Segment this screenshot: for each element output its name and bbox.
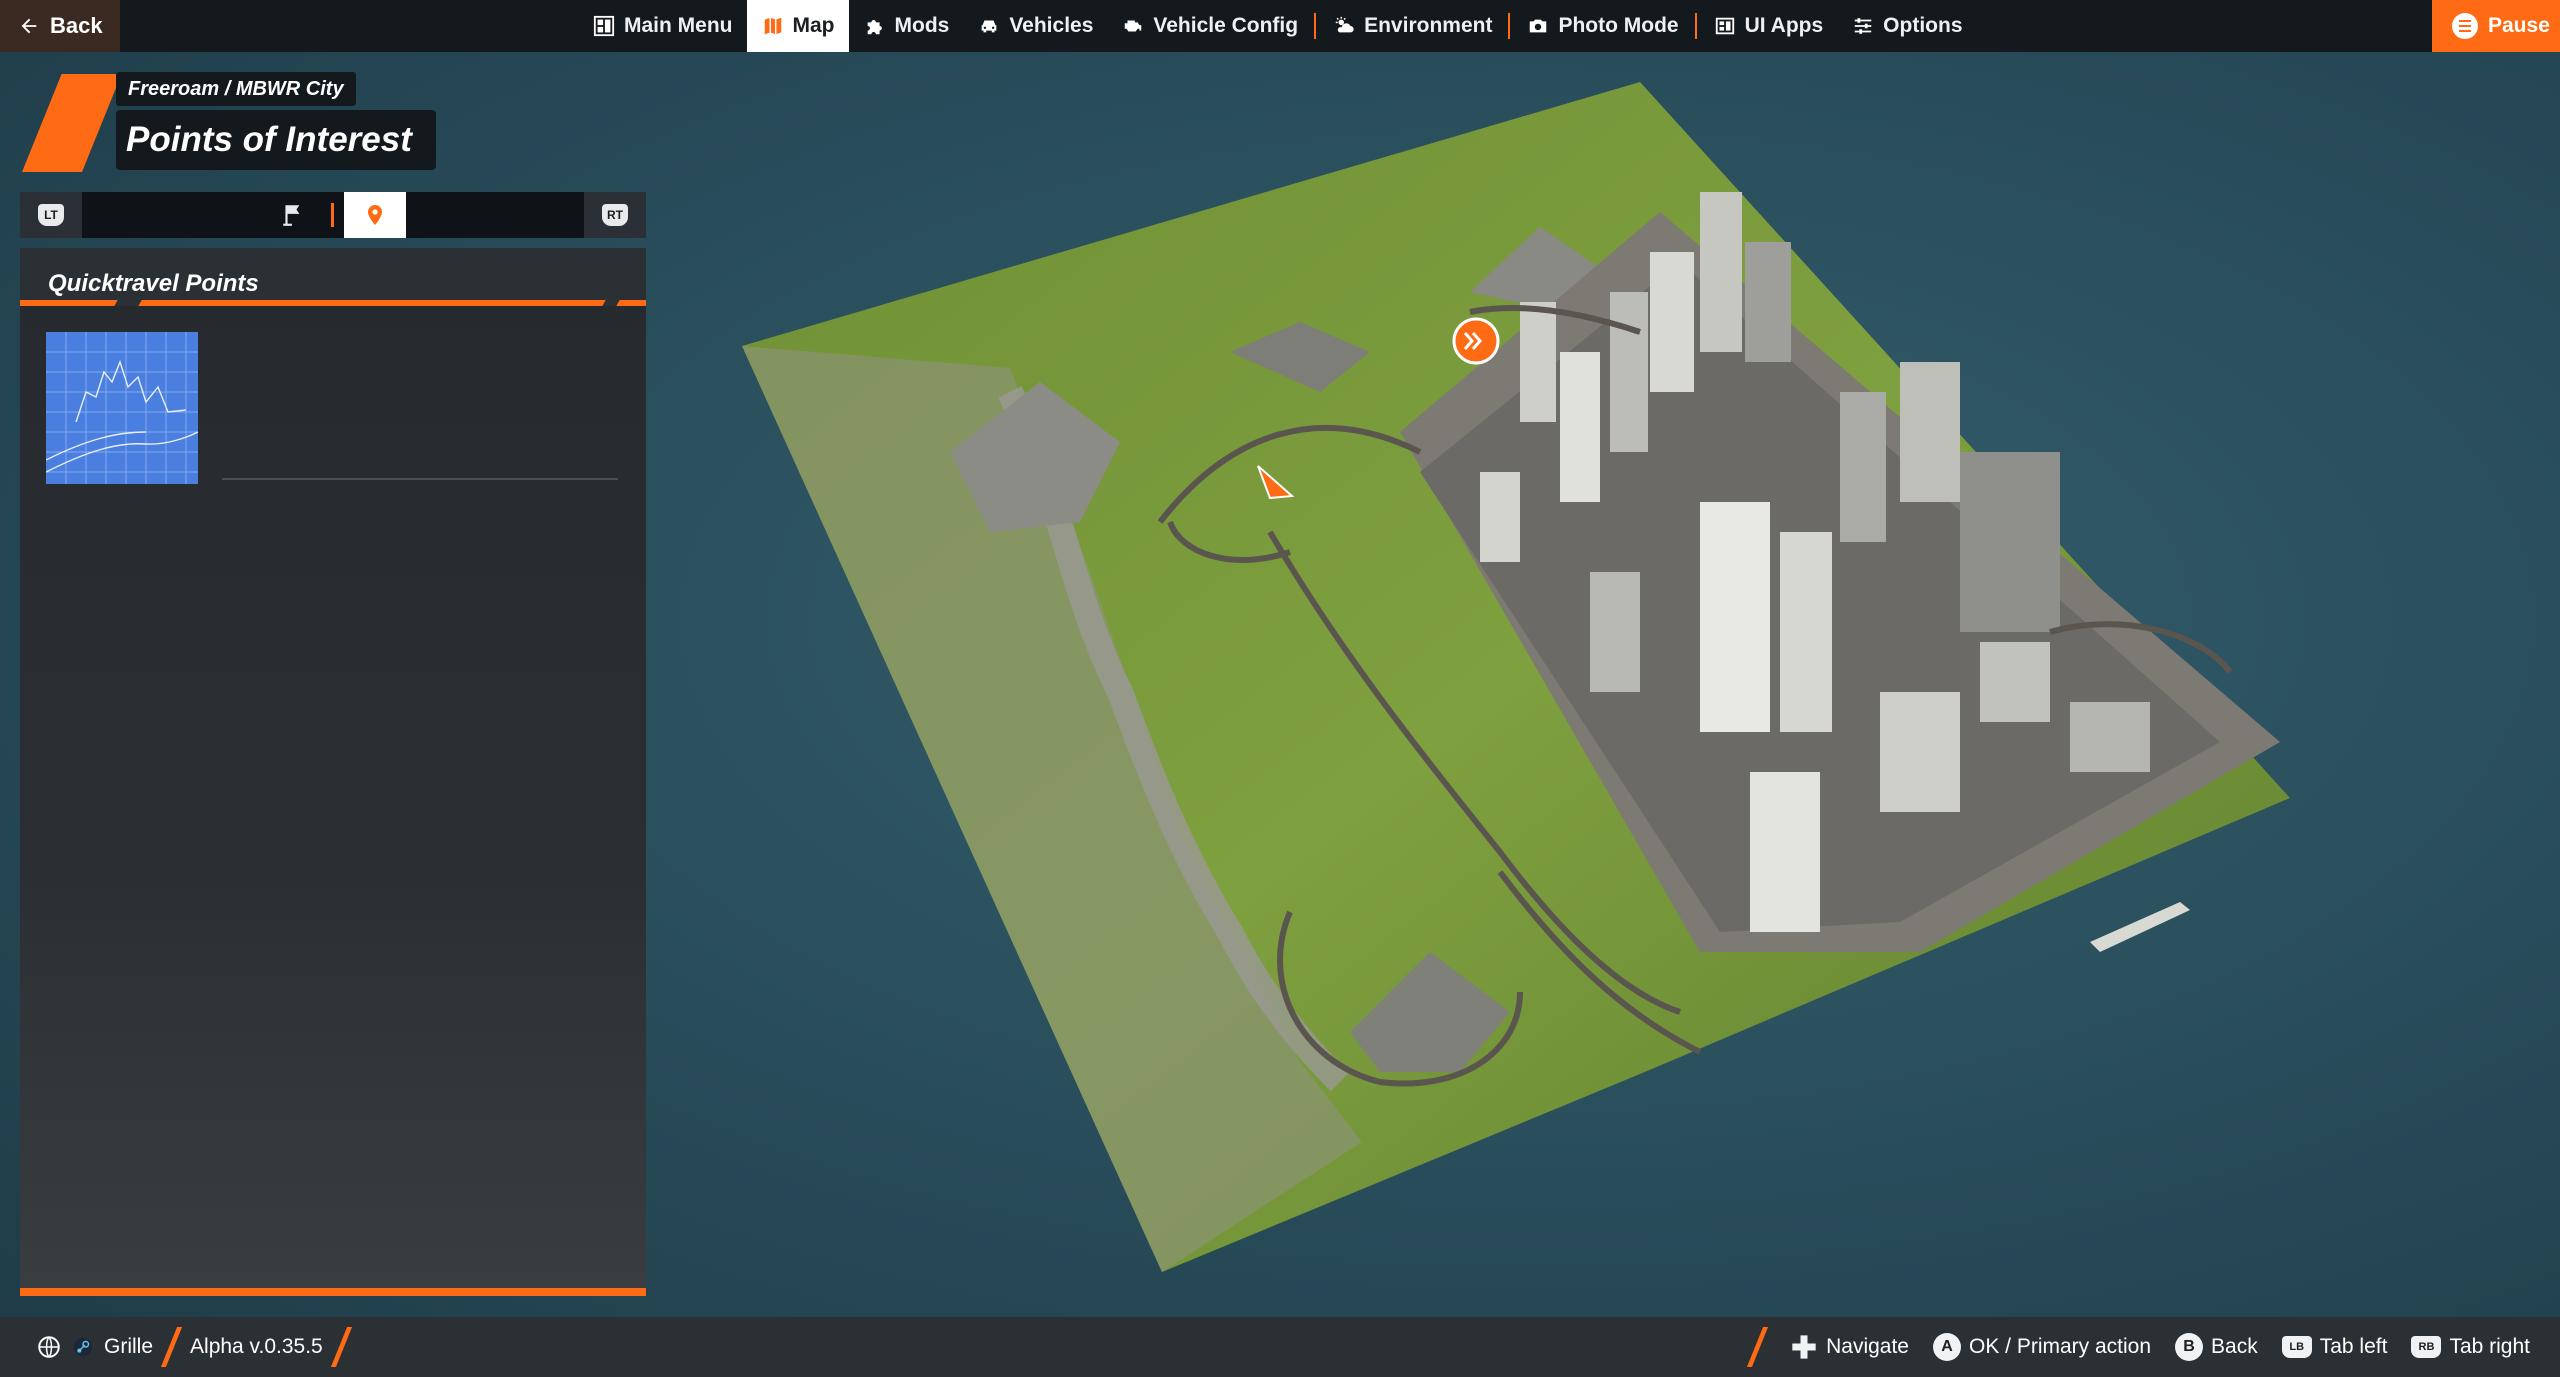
nav-vehicles[interactable]: Vehicles — [963, 0, 1107, 52]
b-button-icon: B — [2175, 1333, 2204, 1361]
location-pin-icon — [368, 205, 382, 225]
nav-separator — [1508, 13, 1511, 39]
dpad-icon — [1792, 1335, 1816, 1359]
quicktravel-point-item[interactable] — [46, 332, 636, 492]
footer-slash — [160, 1327, 183, 1367]
nav-ui-apps[interactable]: UI Apps — [1699, 0, 1838, 52]
nav-label: Map — [792, 14, 835, 37]
hint-label: Tab left — [2319, 1335, 2388, 1358]
lt-button-icon: LT — [38, 204, 64, 226]
top-bar: Back Main Menu Map Mods Vehicles Vehicle… — [0, 0, 2560, 52]
pause-button[interactable]: Pause — [2432, 0, 2560, 52]
a-button-icon: A — [1932, 1333, 1961, 1361]
poi-panel: Quicktravel Points — [20, 248, 646, 1296]
nav-label: Mods — [894, 14, 950, 37]
quicktravel-marker[interactable] — [1452, 317, 1500, 365]
nav-label: Vehicle Config — [1153, 14, 1299, 37]
hint-label: Tab right — [2449, 1335, 2530, 1358]
hint-navigate: Navigate — [1790, 1333, 1909, 1361]
rt-button-icon: RT — [602, 204, 628, 226]
hint-label: Back — [2211, 1335, 2258, 1358]
footer-bar: Grille Alpha v.0.35.5 Navigate A OK / Pr… — [0, 1317, 2560, 1377]
footer-slash — [330, 1327, 352, 1367]
nav-label: UI Apps — [1744, 14, 1824, 37]
username: Grille — [104, 1335, 154, 1358]
back-button[interactable]: Back — [0, 0, 120, 52]
section-header: Quicktravel Points — [20, 248, 646, 306]
main-nav: Main Menu Map Mods Vehicles Vehicle Conf… — [578, 0, 1977, 52]
map-ship — [2090, 902, 2190, 952]
tab-points-of-interest[interactable] — [344, 192, 406, 238]
puzzle-icon — [863, 14, 887, 38]
nav-photo-mode[interactable]: Photo Mode — [1512, 0, 1692, 52]
hint-label: OK / Primary action — [1968, 1335, 2152, 1358]
breadcrumb: Freeroam / MBWR City — [116, 72, 356, 106]
page-title: Points of Interest — [116, 110, 436, 170]
nav-label: Vehicles — [1009, 14, 1094, 37]
flag-icon — [283, 205, 300, 226]
nav-vehicle-config[interactable]: Vehicle Config — [1107, 0, 1312, 52]
tab-next-button[interactable]: RT — [584, 192, 646, 238]
tab-prev-button[interactable]: LT — [20, 192, 82, 238]
nav-label: Main Menu — [624, 14, 733, 37]
nav-options[interactable]: Options — [1837, 0, 1976, 52]
hint-back: B Back — [2175, 1333, 2258, 1361]
hint-ok: A OK / Primary action — [1932, 1333, 2152, 1361]
tab-missions[interactable] — [262, 192, 324, 238]
section-underline — [20, 300, 646, 306]
city-blueprint-thumbnail — [46, 332, 198, 484]
main-menu-icon — [592, 14, 616, 38]
nav-map[interactable]: Map — [746, 0, 849, 52]
lb-button-icon: LB — [2281, 1336, 2312, 1358]
camera-icon — [1526, 14, 1550, 38]
map-icon — [761, 14, 785, 38]
nav-environment[interactable]: Environment — [1318, 0, 1506, 52]
control-hints: Navigate A OK / Primary action B Back LB… — [1747, 1317, 2530, 1377]
nav-label: Photo Mode — [1558, 14, 1679, 37]
footer-slash — [1747, 1327, 1769, 1367]
rb-button-icon: RB — [2411, 1336, 2442, 1358]
nav-label: Options — [1883, 14, 1963, 37]
pause-label: Pause — [2488, 14, 2550, 37]
panel-bottom-accent — [20, 1288, 646, 1296]
nav-main-menu[interactable]: Main Menu — [578, 0, 747, 52]
hint-tab-left: LB Tab left — [2281, 1335, 2388, 1359]
hint-label: Navigate — [1826, 1335, 1909, 1358]
menu-icon — [2452, 13, 2478, 39]
steam-icon — [73, 1337, 93, 1357]
tab-separator — [331, 203, 334, 227]
nav-separator — [1314, 13, 1317, 39]
weather-icon — [1332, 14, 1356, 38]
engine-icon — [1121, 14, 1145, 38]
car-icon — [977, 14, 1001, 38]
game-version: Alpha v.0.35.5 — [190, 1335, 323, 1358]
sliders-icon — [1851, 14, 1875, 38]
hint-tab-right: RB Tab right — [2411, 1335, 2530, 1359]
globe-icon — [38, 1336, 60, 1358]
item-divider — [222, 478, 618, 480]
nav-separator — [1694, 13, 1697, 39]
apps-icon — [1713, 14, 1737, 38]
subtab-bar: LT RT — [20, 192, 646, 238]
nav-mods[interactable]: Mods — [849, 0, 964, 52]
arrow-left-icon — [21, 18, 37, 34]
footer-status: Grille Alpha v.0.35.5 — [36, 1317, 352, 1377]
section-title: Quicktravel Points — [48, 270, 259, 297]
back-label: Back — [50, 13, 103, 38]
nav-label: Environment — [1364, 14, 1493, 37]
